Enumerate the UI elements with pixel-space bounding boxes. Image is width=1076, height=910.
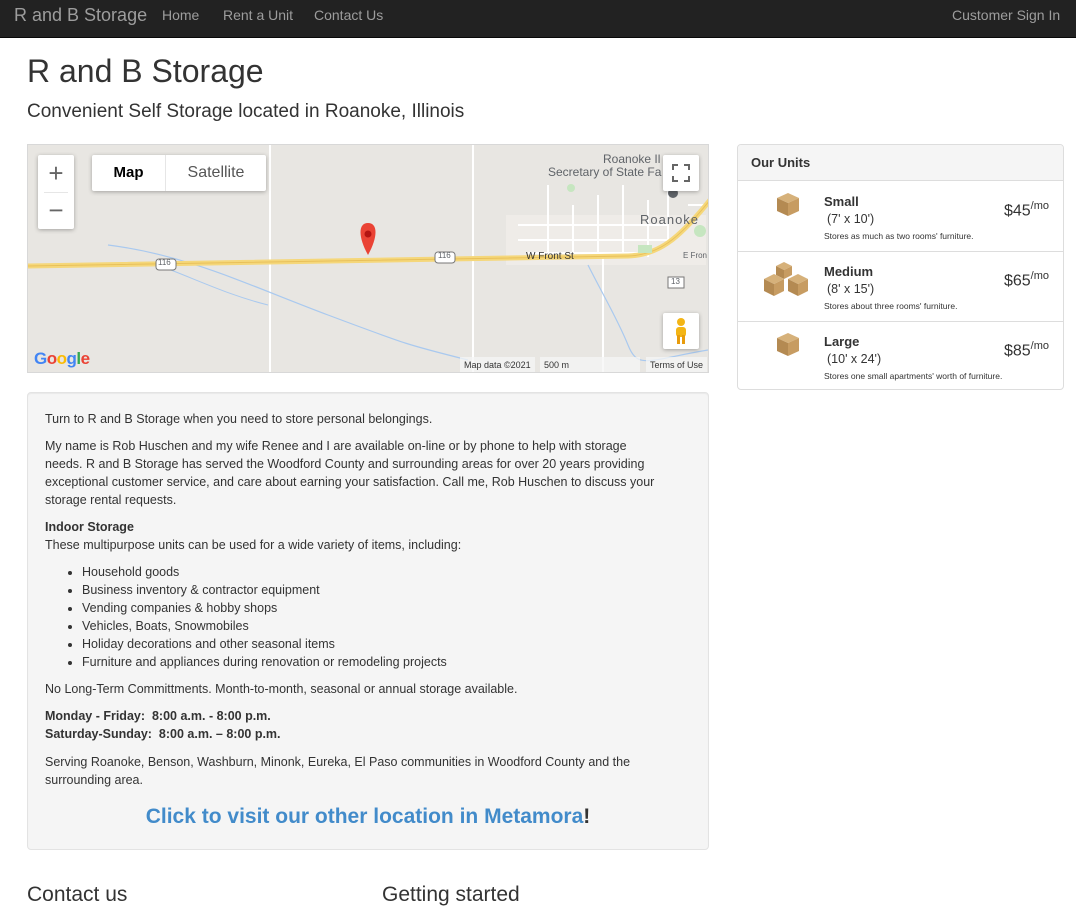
unit-description: Stores about three rooms' furniture.: [824, 301, 958, 311]
nav-contact-us[interactable]: Contact Us: [314, 7, 383, 23]
map-scale[interactable]: 500 m: [540, 357, 640, 372]
list-item: Vehicles, Boats, Snowmobiles: [82, 617, 645, 635]
zoom-in-button[interactable]: +: [38, 155, 74, 192]
zoom-out-button[interactable]: −: [38, 192, 74, 229]
unit-price-amount: $85: [1003, 342, 1031, 360]
visit-other-location: Click to visit our other location in Met…: [28, 805, 708, 829]
unit-price-period: /mo: [1030, 200, 1049, 212]
map-type-control: Map Satellite: [92, 155, 266, 191]
hours-weekend: Saturday-Sunday: 8:00 a.m. – 8:00 p.m.: [45, 725, 665, 743]
unit-name: Small: [824, 194, 859, 209]
unit-price-period: /mo: [1030, 340, 1049, 352]
nav-customer-sign-in[interactable]: Customer Sign In: [952, 7, 1060, 23]
route-13-label: 13: [671, 277, 680, 286]
route-116-label-west: 116: [158, 258, 171, 267]
unit-name: Medium: [824, 264, 874, 279]
map-type-satellite-button[interactable]: Satellite: [166, 155, 266, 191]
unit-size: (8' x 15'): [827, 282, 875, 296]
poi-label-line1: Roanoke Il: [603, 152, 661, 166]
list-item: Vending companies & hobby shops: [82, 599, 645, 617]
fullscreen-button[interactable]: [663, 155, 699, 191]
unit-row-large[interactable]: Large (10' x 24') Stores one small apart…: [738, 322, 1063, 392]
hours-weekend-label: Saturday-Sunday:: [45, 727, 152, 741]
nav-home[interactable]: Home: [162, 7, 199, 23]
unit-row-small[interactable]: Small (7' x 10') Stores as much as two r…: [738, 182, 1063, 252]
unit-price-amount: $65: [1003, 272, 1031, 290]
hours-weekend-value: 8:00 a.m. – 8:00 p.m.: [158, 727, 281, 741]
box-icon: [777, 193, 799, 216]
zoom-control: + −: [38, 155, 74, 229]
serving-text: Serving Roanoke, Benson, Washburn, Minon…: [45, 755, 631, 787]
poi-label-line2: Secretary of State Fa: [548, 165, 662, 179]
unit-price: $65/mo: [1004, 270, 1049, 290]
map-type-map-button[interactable]: Map: [92, 155, 165, 191]
unit-description: Stores one small apartments' worth of fu…: [824, 371, 1003, 381]
unit-price: $45/mo: [1004, 200, 1049, 220]
street-label-east-front: E Fron: [683, 251, 708, 260]
units-panel-heading: Our Units: [738, 145, 1063, 181]
location-map[interactable]: 116 116 13 Roanoke Il Secretary of State…: [27, 144, 709, 373]
unit-row-medium[interactable]: Medium (8' x 15') Stores about three roo…: [738, 252, 1063, 322]
metamora-location-link[interactable]: Click to visit our other location in Met…: [146, 805, 584, 828]
unit-price-amount: $45: [1003, 202, 1031, 220]
units-panel: Our Units Small (7' x 10') Stores as muc…: [737, 144, 1064, 390]
contact-us-heading: Contact us: [27, 883, 128, 906]
hours-weekday-value: 8:00 a.m. - 8:00 p.m.: [151, 709, 271, 723]
hours-weekday: Monday - Friday: 8:00 a.m. - 8:00 p.m.: [45, 707, 665, 725]
unit-price: $85/mo: [1004, 340, 1049, 360]
street-view-button[interactable]: [663, 313, 699, 349]
map-scale-label: 500 m: [544, 360, 570, 370]
list-item: Business inventory & contractor equipmen…: [82, 581, 645, 599]
route-116-label-east: 116: [438, 251, 451, 260]
boxes-icon: [764, 262, 808, 296]
box-icon: [777, 333, 799, 356]
street-label-front: W Front St: [526, 251, 574, 262]
pegman-icon: [676, 318, 686, 344]
page-subtitle: Convenient Self Storage located in Roano…: [27, 101, 465, 122]
google-logo: Google: [34, 349, 90, 368]
unit-name: Large: [824, 334, 860, 349]
terms-text: No Long-Term Committments. Month-to-mont…: [45, 682, 518, 696]
nav-rent-a-unit[interactable]: Rent a Unit: [223, 7, 293, 23]
unit-size: (10' x 24'): [827, 352, 882, 366]
about-text: My name is Rob Huschen and my wife Renee…: [45, 439, 655, 507]
indoor-storage-heading: Indoor Storage: [45, 520, 134, 534]
info-well: Turn to R and B Storage when you need to…: [27, 392, 709, 850]
map-terms-link[interactable]: Terms of Use: [646, 357, 708, 372]
indoor-storage-text: These multipurpose units can be used for…: [45, 538, 462, 552]
getting-started-heading: Getting started: [382, 883, 520, 906]
hours-weekday-label: Monday - Friday:: [45, 709, 146, 723]
intro-text: Turn to R and B Storage when you need to…: [45, 412, 433, 426]
page-title: R and B Storage: [27, 53, 264, 89]
list-item: Holiday decorations and other seasonal i…: [82, 635, 645, 653]
list-item: Household goods: [82, 563, 645, 581]
list-item: Furniture and appliances during renovati…: [82, 653, 645, 671]
unit-size: (7' x 10'): [827, 212, 875, 226]
fullscreen-icon: [672, 164, 690, 182]
map-data-attribution: Map data ©2021: [460, 357, 535, 372]
brand-link[interactable]: R and B Storage: [14, 5, 147, 26]
top-navbar: R and B Storage Home Rent a Unit Contact…: [0, 0, 1076, 38]
visit-suffix: !: [583, 805, 591, 828]
unit-description: Stores as much as two rooms' furniture.: [824, 231, 974, 241]
town-label-roanoke: Roanoke: [640, 212, 700, 227]
unit-price-period: /mo: [1030, 270, 1049, 282]
uses-list: Household goods Business inventory & con…: [45, 563, 645, 671]
